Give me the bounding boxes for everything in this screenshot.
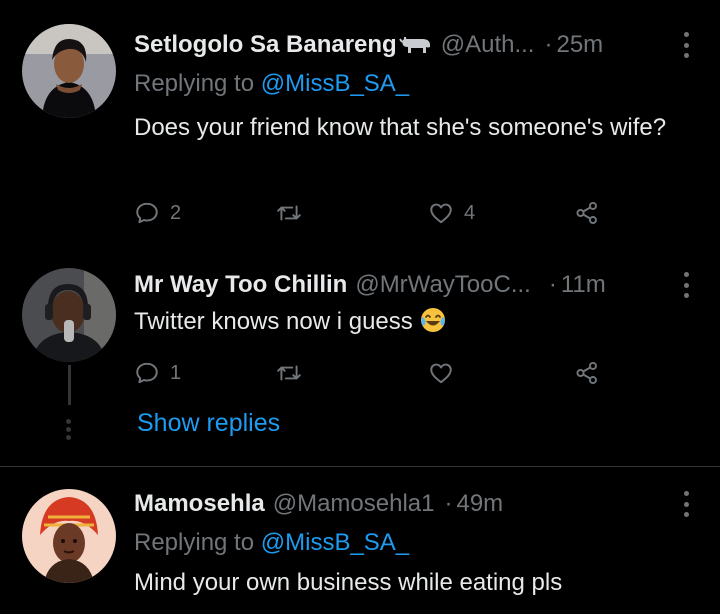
display-name[interactable]: Setlogolo Sa Banareng — [134, 31, 397, 59]
display-name[interactable]: Mamosehla — [134, 490, 265, 518]
avatar-image — [22, 24, 116, 118]
avatar[interactable] — [22, 489, 116, 583]
replying-to: Replying to @MissB_SA_ — [134, 529, 409, 557]
like-button[interactable] — [428, 358, 454, 388]
tweet-actions: 1 — [134, 358, 614, 388]
reply-button[interactable]: 1 — [134, 358, 181, 388]
share-icon — [576, 361, 597, 385]
retweet-icon — [277, 205, 301, 221]
like-count: 4 — [464, 201, 476, 224]
avatar[interactable] — [22, 268, 116, 362]
reply-icon — [136, 202, 158, 224]
username[interactable]: @MrWayTooC... — [355, 271, 531, 299]
like-button[interactable]: 4 — [428, 198, 475, 228]
more-options-icon[interactable] — [682, 491, 690, 517]
tweet-text-content: Twitter knows now i guess — [134, 308, 413, 335]
mention-link[interactable]: @MissB_SA_ — [261, 70, 409, 97]
reply-count: 2 — [170, 201, 182, 224]
avatar-image — [22, 268, 116, 362]
tweet-text: Twitter knows now i guess — [134, 304, 704, 340]
thread-dots — [66, 416, 72, 443]
replying-to-label: Replying to — [134, 529, 255, 556]
tweet-1[interactable]: Setlogolo Sa Banareng @Auth... · 25m Rep… — [0, 0, 720, 250]
tweet-header: Setlogolo Sa Banareng @Auth... · 25m — [134, 28, 603, 62]
share-icon — [576, 201, 597, 225]
replying-to: Replying to @MissB_SA_ — [134, 70, 409, 98]
timestamp[interactable]: 25m — [556, 31, 603, 59]
tweet-3[interactable]: Mamosehla @Mamosehla1 · 49m Replying to … — [0, 467, 720, 614]
tweet-2[interactable]: Mr Way Too Chillin @MrWayTooC... · 11m T… — [0, 250, 720, 410]
tweet-header: Mamosehla @Mamosehla1 · 49m — [134, 487, 503, 521]
timestamp[interactable]: 11m — [561, 271, 606, 299]
face-with-tears-of-joy-icon — [420, 308, 445, 332]
avatar[interactable] — [22, 24, 116, 118]
mention-link[interactable]: @MissB_SA_ — [261, 529, 409, 556]
separator: · — [544, 31, 553, 58]
show-replies-link[interactable]: Show replies — [137, 409, 280, 438]
separator: · — [444, 490, 453, 517]
reply-count: 1 — [170, 361, 182, 384]
avatar-image — [22, 489, 116, 583]
tweet-text: Does your friend know that she's someone… — [134, 114, 667, 141]
heart-icon — [430, 203, 452, 224]
separator: · — [548, 271, 557, 298]
tweet-actions: 2 4 — [134, 198, 614, 228]
thread-line — [68, 365, 71, 405]
more-options-icon[interactable] — [682, 32, 690, 58]
reply-button[interactable]: 2 — [134, 198, 181, 228]
tweet-header: Mr Way Too Chillin @MrWayTooC... · 11m — [134, 268, 606, 302]
heart-icon — [430, 363, 452, 384]
tweet-text: Mind your own business while eating pls — [134, 569, 563, 596]
username[interactable]: @Auth... — [441, 31, 535, 59]
replying-to-label: Replying to — [134, 70, 255, 97]
retweet-button[interactable] — [276, 198, 302, 228]
share-button[interactable] — [574, 198, 600, 228]
display-name[interactable]: Mr Way Too Chillin — [134, 271, 347, 299]
retweet-icon — [277, 365, 301, 381]
retweet-button[interactable] — [276, 358, 302, 388]
share-button[interactable] — [574, 358, 600, 388]
cow-icon — [398, 37, 430, 53]
more-options-icon[interactable] — [682, 272, 690, 298]
username[interactable]: @Mamosehla1 — [273, 490, 435, 518]
reply-icon — [136, 362, 158, 384]
timestamp[interactable]: 49m — [456, 490, 503, 518]
